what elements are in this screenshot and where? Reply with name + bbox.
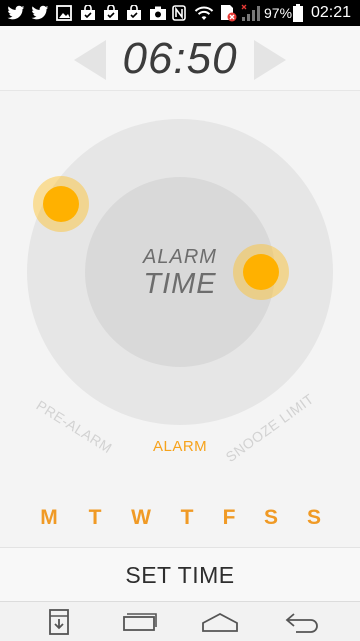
nfc-icon [172, 4, 186, 22]
day-wednesday[interactable]: W [126, 506, 156, 530]
day-thursday[interactable]: T [172, 506, 202, 530]
pre-alarm-label[interactable]: PRE-ALARM [34, 397, 116, 456]
recent-apps-icon[interactable] [120, 607, 160, 637]
alarm-dial: ALARM TIME PRE-ALARM ALARM SNOOZE LIMIT … [0, 91, 360, 545]
alarm-label[interactable]: ALARM [153, 438, 207, 455]
day-tuesday[interactable]: T [80, 506, 110, 530]
back-icon[interactable] [282, 607, 322, 637]
shopping-bag-icon [79, 4, 97, 22]
weekday-selector: M T W T F S S [0, 506, 360, 538]
day-friday[interactable]: F [214, 506, 244, 530]
handle-dot [243, 254, 279, 290]
day-saturday[interactable]: S [256, 506, 286, 530]
signal-icon [240, 4, 262, 22]
day-monday[interactable]: M [34, 506, 64, 530]
download-icon[interactable] [44, 607, 74, 637]
shopping-bag-icon [125, 4, 143, 22]
alarm-time-header: 06:50 [0, 26, 360, 91]
set-time-button[interactable]: SET TIME [0, 547, 360, 602]
twitter-icon [30, 4, 50, 22]
pre-alarm-handle[interactable] [33, 176, 89, 232]
camera-icon [148, 4, 168, 22]
alarm-time-display[interactable]: 06:50 [110, 34, 250, 84]
chevron-left-icon[interactable] [74, 40, 106, 80]
wifi-icon [193, 4, 215, 22]
home-icon[interactable] [198, 607, 242, 637]
twitter-icon [6, 4, 26, 22]
alarm-handle[interactable] [233, 244, 289, 300]
handle-dot [43, 186, 79, 222]
battery-percent: 97% [264, 5, 293, 21]
image-icon [55, 4, 73, 22]
shopping-bag-icon [102, 4, 120, 22]
status-bar: 97% 02:21 [0, 0, 360, 26]
chevron-right-icon[interactable] [254, 40, 286, 80]
battery-icon [292, 4, 304, 22]
status-clock: 02:21 [311, 4, 352, 21]
sim-error-icon [218, 4, 238, 22]
navigation-bar [0, 601, 360, 641]
day-sunday[interactable]: S [299, 506, 329, 530]
